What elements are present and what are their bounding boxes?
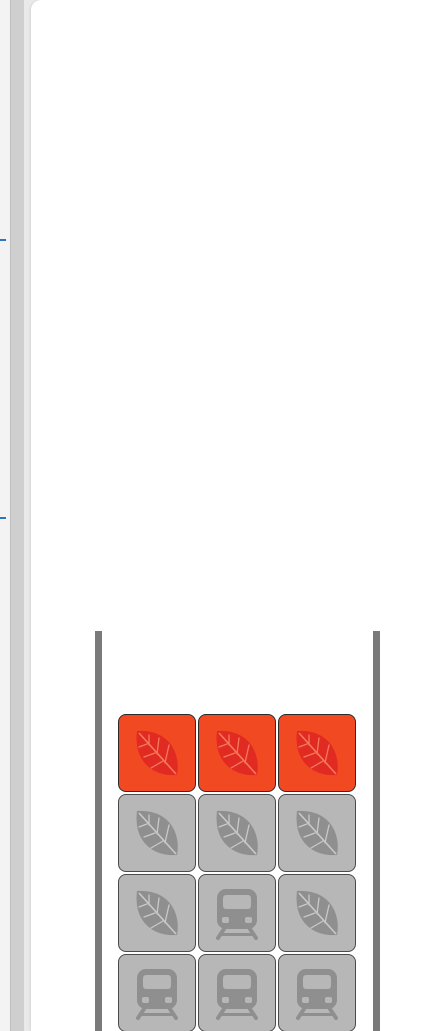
train-icon [216,969,258,1020]
leaf-icon [296,730,338,776]
leaf-icon [136,890,178,936]
train-icon [296,969,338,1020]
game-tile[interactable] [198,874,276,952]
game-tile[interactable] [198,794,276,872]
game-tile[interactable] [198,714,276,792]
well-wall-left [95,631,102,1031]
game-tile[interactable] [118,794,196,872]
game-tile[interactable] [278,714,356,792]
link-fragment[interactable] [0,517,6,519]
game-tile[interactable] [118,954,196,1031]
leaf-icon [296,810,338,856]
leaf-icon [136,730,178,776]
train-icon [136,969,178,1020]
previous-panel-edge [0,0,10,1031]
game-tile[interactable] [278,954,356,1031]
game-tile[interactable] [118,874,196,952]
game-tile[interactable] [278,874,356,952]
leaf-icon [216,730,258,776]
game-tile[interactable] [278,794,356,872]
tile-grid [118,714,356,1031]
link-fragment[interactable] [0,239,6,241]
well-wall-right [373,631,380,1031]
game-tile[interactable] [198,954,276,1031]
leaf-icon [296,890,338,936]
leaf-icon [136,810,178,856]
scrollbar[interactable] [10,0,24,1031]
game-well [95,631,381,1031]
leaf-icon [216,810,258,856]
app-window [0,0,438,1031]
train-icon [216,889,258,940]
game-tile[interactable] [118,714,196,792]
